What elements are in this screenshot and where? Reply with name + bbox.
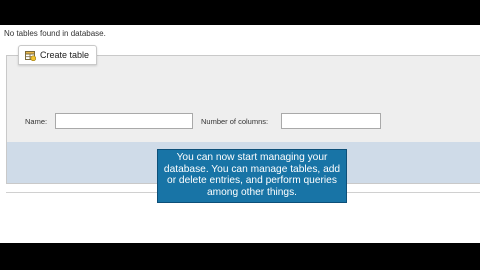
number-of-columns-label: Number of columns: — [201, 117, 269, 126]
no-tables-message: No tables found in database. — [4, 29, 106, 38]
create-table-form-row: Name: Number of columns: — [13, 96, 480, 148]
tutorial-tooltip: You can now start managing your database… — [157, 149, 347, 203]
create-table-legend: Create table — [18, 45, 98, 65]
create-table-icon — [25, 50, 36, 61]
table-name-input[interactable] — [55, 113, 193, 129]
phpmyadmin-content: No tables found in database. Name: Numbe… — [0, 25, 480, 243]
number-of-columns-input[interactable] — [281, 113, 381, 129]
table-name-label: Name: — [25, 117, 48, 126]
create-table-title: Create table — [40, 50, 90, 60]
